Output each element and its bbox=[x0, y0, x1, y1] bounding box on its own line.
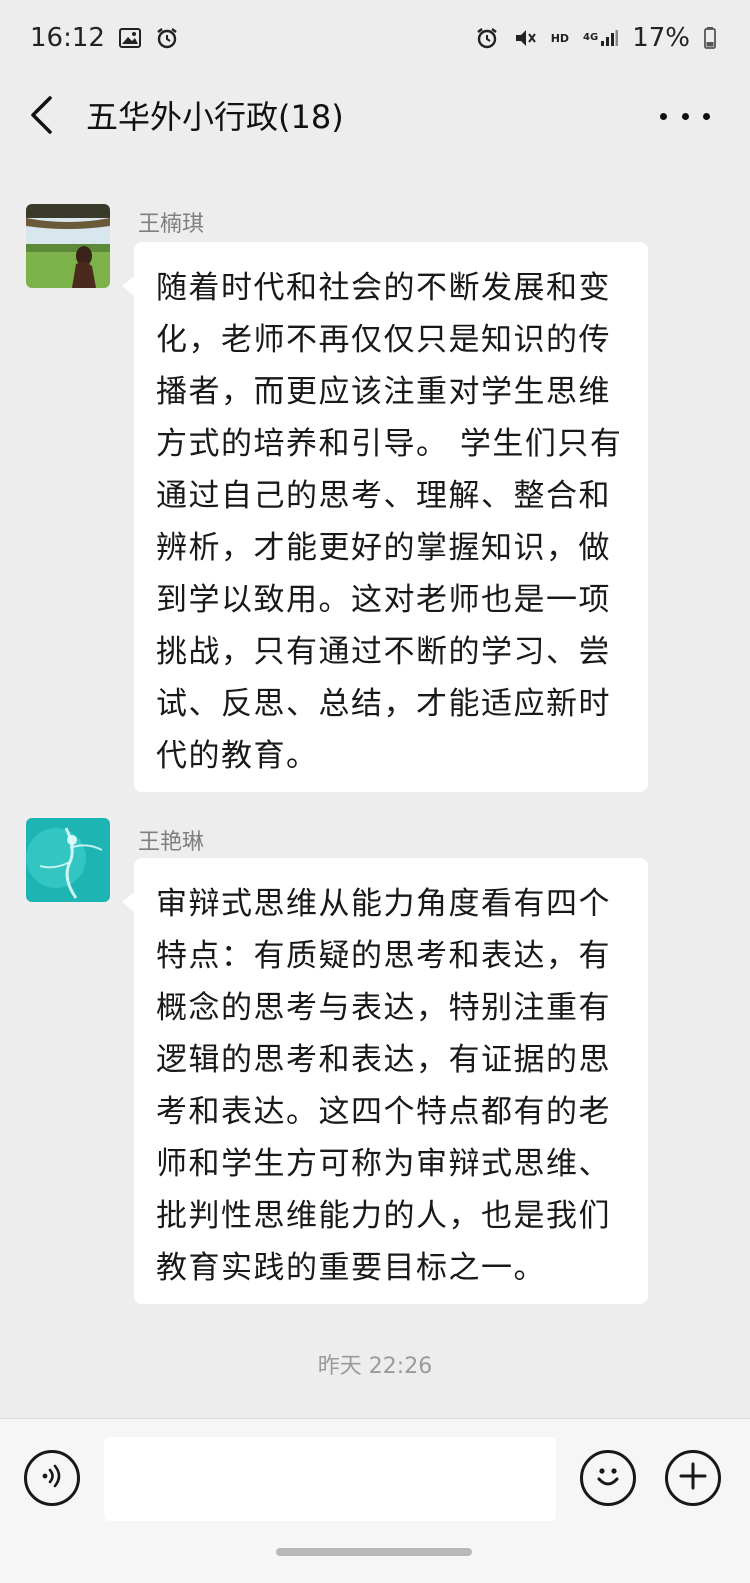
more-functions-button[interactable] bbox=[665, 1450, 721, 1506]
gallery-icon bbox=[118, 28, 141, 48]
input-bar bbox=[0, 1418, 750, 1583]
message-timestamp: 昨天 22:26 bbox=[317, 1354, 433, 1379]
title-bar: 五华外小行政(18) bbox=[0, 76, 750, 160]
status-right: HD 4G 17% bbox=[475, 23, 716, 53]
status-left: 16:12 bbox=[30, 23, 179, 53]
signal-icon: 4G bbox=[583, 29, 619, 47]
back-chevron-icon bbox=[28, 95, 54, 139]
sender-name: 王艳琳 bbox=[138, 830, 205, 855]
avatar[interactable] bbox=[26, 818, 110, 902]
home-indicator[interactable] bbox=[276, 1548, 472, 1556]
hd-label: HD bbox=[550, 31, 570, 45]
battery-icon bbox=[704, 27, 716, 49]
message-input[interactable] bbox=[104, 1437, 556, 1521]
more-dot bbox=[703, 112, 710, 120]
battery-percent: 17% bbox=[632, 23, 690, 53]
message-bubble[interactable]: 随着时代和社会的不断发展和变化，老师不再仅仅只是知识的传播者，而更应该注重对学生… bbox=[122, 242, 648, 792]
back-button[interactable] bbox=[28, 94, 64, 140]
more-dot bbox=[681, 112, 689, 120]
chat-screen: 16:12 HD 4G 17% 五华外小行政(18) 王楠琪 随着时代和社会的不… bbox=[0, 0, 750, 1583]
plus-icon bbox=[677, 1460, 709, 1496]
voice-button[interactable] bbox=[24, 1450, 80, 1506]
chat-title: 五华外小行政(18) bbox=[86, 98, 344, 136]
more-dots-icon bbox=[660, 112, 667, 120]
avatar[interactable] bbox=[26, 204, 110, 288]
alarm-small-icon bbox=[155, 27, 179, 49]
alarm-icon bbox=[475, 27, 499, 49]
network-4g-label: 4G bbox=[583, 32, 599, 43]
emoji-icon bbox=[590, 1458, 626, 1498]
mute-icon bbox=[513, 27, 537, 49]
sender-name: 王楠琪 bbox=[138, 212, 205, 237]
message-bubble[interactable]: 审辩式思维从能力角度看有四个特点：有质疑的思考和表达，有概念的思考与表达，特别注… bbox=[122, 858, 648, 1304]
status-time: 16:12 bbox=[30, 23, 105, 53]
emoji-button[interactable] bbox=[580, 1450, 636, 1506]
status-bar: 16:12 HD 4G 17% bbox=[0, 0, 750, 76]
voice-icon bbox=[37, 1461, 67, 1495]
more-button[interactable] bbox=[660, 98, 710, 134]
